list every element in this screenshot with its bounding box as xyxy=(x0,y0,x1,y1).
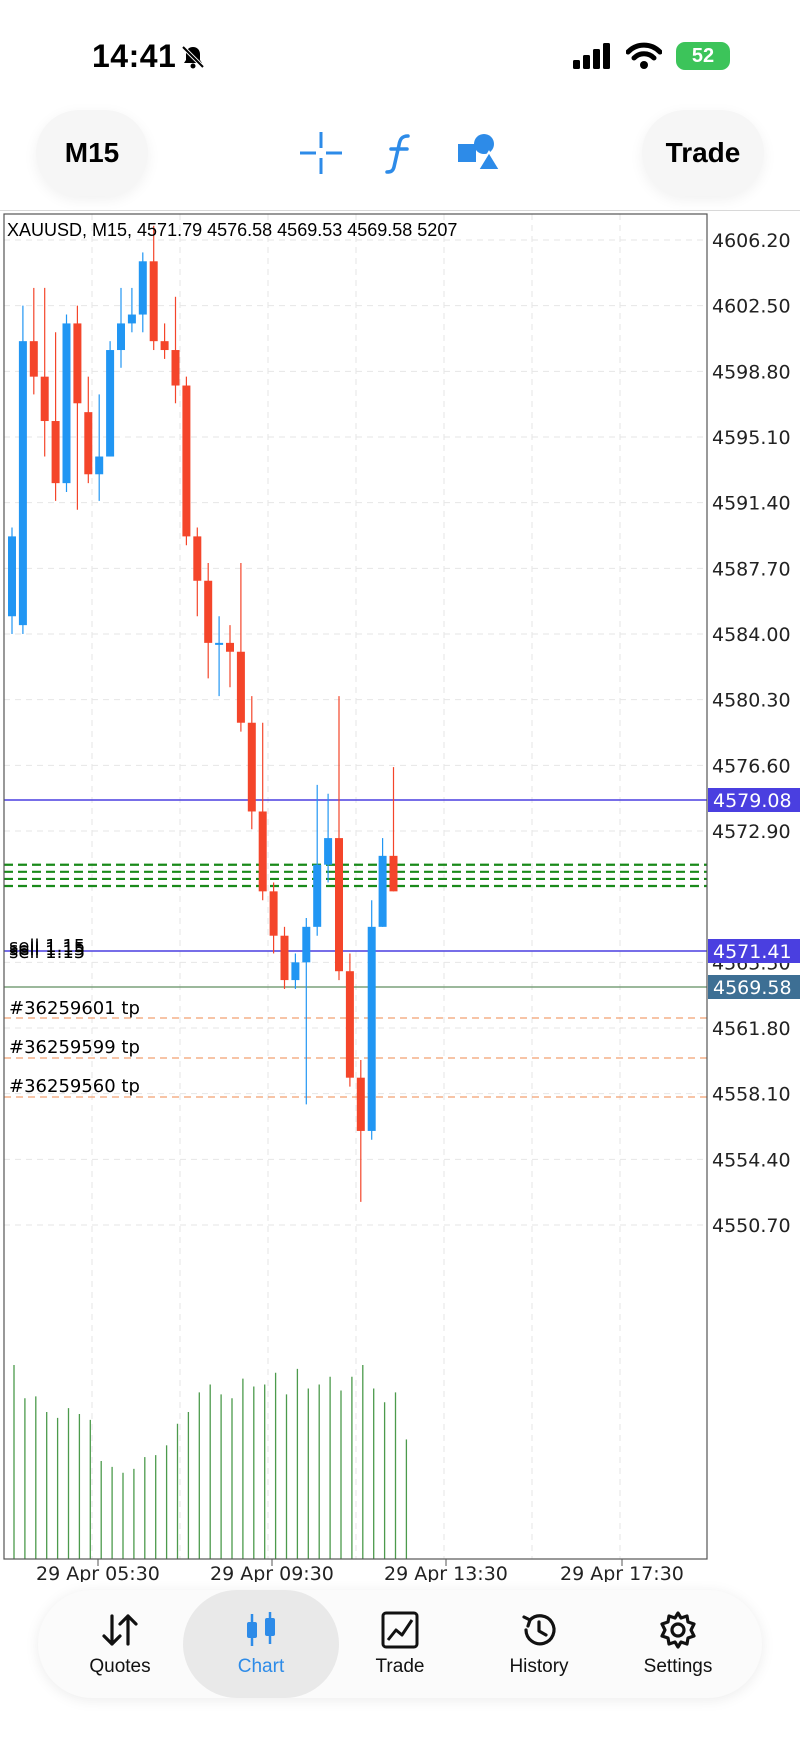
candle-body xyxy=(367,926,376,1131)
trade-chart-icon xyxy=(381,1611,419,1649)
price-tick-label: 4561.80 xyxy=(712,1018,791,1040)
price-tick-label: 4576.60 xyxy=(712,755,791,777)
nav-quotes[interactable]: Quotes xyxy=(50,1590,190,1698)
toolbar-divider xyxy=(0,210,800,211)
tp-order-label: #36259560 tp xyxy=(9,1076,140,1097)
trade-button[interactable]: Trade xyxy=(642,110,764,196)
candle-body xyxy=(149,261,158,342)
candle-body xyxy=(258,811,267,892)
time-tick-label: 29 Apr 09:30 xyxy=(210,1563,334,1582)
candle-body xyxy=(40,376,49,422)
price-level-label: 4579.08 xyxy=(713,790,792,812)
candle-body xyxy=(62,323,71,484)
nav-settings[interactable]: Settings xyxy=(608,1590,748,1698)
history-clock-icon xyxy=(522,1614,556,1646)
price-tick-label: 4580.30 xyxy=(712,690,791,712)
price-tick-label: 4572.90 xyxy=(712,821,791,843)
candle-body xyxy=(247,722,256,812)
quotes-icon xyxy=(102,1614,138,1646)
tp-order-label: #36259601 tp xyxy=(9,998,140,1019)
candle-body xyxy=(29,341,38,377)
chart-candles-icon xyxy=(247,1612,275,1646)
nav-trade[interactable]: Trade xyxy=(330,1590,470,1698)
indicators-icon[interactable] xyxy=(376,130,422,176)
candle-body xyxy=(324,838,333,865)
candle-body xyxy=(193,536,202,581)
signal-icon xyxy=(573,43,610,69)
tp-order-label: #36259599 tp xyxy=(9,1037,140,1058)
candle-body xyxy=(356,1077,365,1131)
candle-body xyxy=(378,855,387,927)
price-tick-label: 4591.40 xyxy=(712,493,791,515)
crosshair-icon[interactable] xyxy=(298,130,344,176)
price-level-label: 4571.41 xyxy=(713,941,792,963)
candle-body xyxy=(269,891,278,936)
candle-body xyxy=(117,323,125,351)
candle-body xyxy=(95,456,104,475)
nav-label: Quotes xyxy=(89,1656,151,1677)
nav-label: Settings xyxy=(643,1656,713,1677)
sell-order-label: sell 1.15 xyxy=(9,942,85,963)
candle-body xyxy=(8,536,16,617)
time-tick-label: 29 Apr 13:30 xyxy=(384,1563,508,1582)
nav-label: History xyxy=(509,1656,569,1677)
candle-body xyxy=(18,341,27,626)
nav-label: Trade xyxy=(375,1656,425,1677)
candle-body xyxy=(236,651,245,723)
candle-body xyxy=(73,323,82,404)
price-tick-label: 4550.70 xyxy=(712,1215,791,1237)
candle-body xyxy=(127,314,136,324)
price-chart[interactable]: XAUUSD, M15, 4571.79 4576.58 4569.53 456… xyxy=(0,212,800,1582)
wifi-icon xyxy=(626,42,662,69)
nav-history[interactable]: History xyxy=(469,1590,609,1698)
candle-body xyxy=(106,350,115,457)
candle-body xyxy=(215,642,224,645)
candle-body xyxy=(280,935,289,981)
candle-body xyxy=(160,341,169,351)
candle-body xyxy=(291,962,300,981)
price-tick-label: 4558.10 xyxy=(712,1084,791,1106)
candle-body xyxy=(138,261,147,315)
chart-info: XAUUSD, M15, 4571.79 4576.58 4569.53 456… xyxy=(7,220,457,240)
settings-gear-icon xyxy=(660,1611,696,1649)
candle-body xyxy=(389,855,398,892)
candle-body xyxy=(302,926,311,963)
candle-body xyxy=(171,350,180,386)
price-tick-label: 4554.40 xyxy=(712,1149,791,1171)
price-tick-label: 4598.80 xyxy=(712,361,791,383)
candle-body xyxy=(84,412,93,475)
candle-body xyxy=(204,580,213,643)
time-tick-label: 29 Apr 05:30 xyxy=(36,1563,160,1582)
price-tick-label: 4584.00 xyxy=(712,624,791,646)
price-tick-label: 4606.20 xyxy=(712,230,791,252)
timeframe-button[interactable]: M15 xyxy=(36,110,148,196)
price-tick-label: 4587.70 xyxy=(712,558,791,580)
objects-icon[interactable] xyxy=(454,130,500,176)
candle-body xyxy=(226,642,234,652)
bottom-nav: Quotes Chart Trade History Settings xyxy=(38,1590,762,1698)
time-tick-label: 29 Apr 17:30 xyxy=(560,1563,684,1582)
candle-body xyxy=(345,971,354,1078)
price-tick-label: 4595.10 xyxy=(712,427,791,449)
battery-indicator: 52 xyxy=(676,42,730,70)
silent-bell-icon xyxy=(181,45,205,69)
nav-chart[interactable]: Chart xyxy=(183,1590,339,1698)
nav-label: Chart xyxy=(237,1656,285,1677)
price-tick-label: 4602.50 xyxy=(712,296,791,318)
status-time: 14:41 xyxy=(92,38,177,74)
candle-body xyxy=(313,864,322,927)
candle-body xyxy=(182,385,191,537)
candle-body xyxy=(335,838,343,972)
candle-body xyxy=(51,421,60,484)
price-level-label: 4569.58 xyxy=(713,977,792,999)
